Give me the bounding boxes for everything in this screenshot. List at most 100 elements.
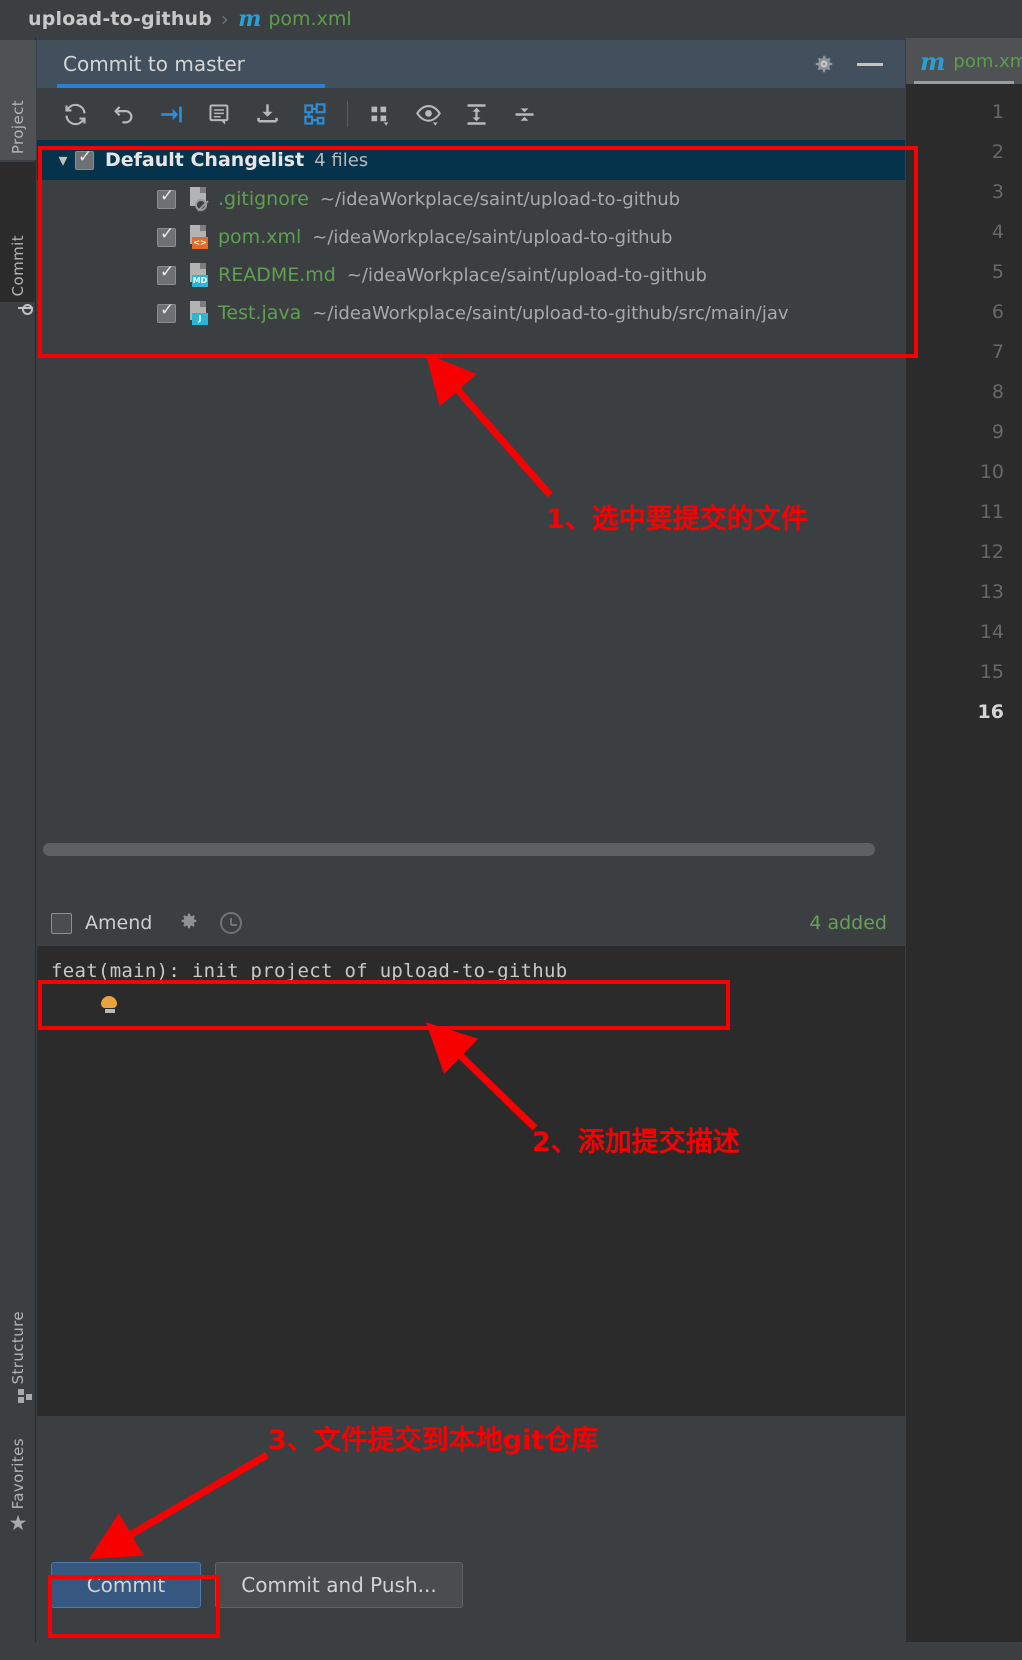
line-number: 8 [991, 381, 1004, 403]
maven-file-icon: m [238, 6, 262, 32]
added-status: 4 added [809, 912, 887, 934]
breadcrumb-project[interactable]: upload-to-github [28, 8, 212, 30]
undo-icon[interactable] [99, 92, 147, 136]
table-row[interactable]: J Test.java ~/ideaWorkplace/saint/upload… [37, 294, 905, 332]
commit-button-bar: Commit Commit and Push... [37, 1556, 905, 1614]
commit-message-input[interactable]: feat(main): init project of upload-to-gi… [37, 946, 905, 982]
changelist-row[interactable]: ▾ Default Changelist 4 files [37, 140, 905, 180]
sidebar-item-favorites[interactable]: ★ Favorites [0, 1396, 36, 1536]
line-number: 9 [991, 421, 1004, 443]
line-number: 4 [991, 221, 1004, 243]
line-number: 3 [991, 181, 1004, 203]
lightbulb-icon[interactable] [101, 996, 119, 1014]
scrollbar-thumb[interactable] [43, 843, 875, 856]
commit-button[interactable]: Commit [51, 1562, 201, 1608]
file-path: ~/ideaWorkplace/saint/upload-to-github [312, 226, 673, 248]
commit-toolbar [37, 88, 905, 140]
file-name: pom.xml [218, 226, 302, 248]
commit-window-header: Commit to master [37, 40, 905, 88]
commit-window-title: Commit to master [63, 52, 245, 76]
branches-icon[interactable] [291, 92, 339, 136]
line-number: 1 [991, 101, 1004, 123]
file-checkbox[interactable] [157, 301, 176, 323]
breadcrumb-separator-icon: › [221, 7, 230, 31]
line-number: 10 [979, 461, 1004, 483]
download-icon[interactable] [243, 92, 291, 136]
sidebar-item-project[interactable]: Project [0, 40, 36, 160]
maven-file-icon: m [920, 46, 946, 76]
sidebar-item-structure[interactable]: Structure [0, 1260, 36, 1403]
breadcrumb-file[interactable]: pom.xml [268, 8, 351, 30]
star-icon: ★ [8, 1511, 28, 1535]
changelist-count: 4 files [314, 149, 369, 171]
file-badge: <> [192, 237, 208, 249]
xml-file-icon: <> [188, 225, 208, 249]
breadcrumb: upload-to-github › m pom.xml [0, 0, 1022, 38]
changes-tree: ▾ Default Changelist 4 files .gitignore … [37, 140, 905, 900]
line-number-gutter: 1 2 3 4 5 6 7 8 9 10 11 12 13 14 15 16 [906, 84, 1022, 732]
line-number: 6 [991, 301, 1004, 323]
table-row[interactable]: <> pom.xml ~/ideaWorkplace/saint/upload-… [37, 218, 905, 256]
line-number: 11 [979, 501, 1004, 523]
amend-label: Amend [85, 912, 153, 934]
line-number: 12 [979, 541, 1004, 563]
file-path: ~/ideaWorkplace/saint/upload-to-github/s… [312, 302, 789, 324]
file-badge: MD [192, 275, 208, 287]
editor-pane: m pom.xml 1 2 3 4 5 6 7 8 9 10 11 12 13 … [906, 38, 1022, 1660]
chevron-down-icon[interactable]: ▾ [51, 150, 75, 171]
line-number: 13 [979, 581, 1004, 603]
sidebar-item-structure-label: Structure [9, 1310, 27, 1384]
collapse-all-icon[interactable] [500, 92, 548, 136]
refresh-icon[interactable] [51, 92, 99, 136]
left-tool-strip: Project Commit Structure ★ Favorites [0, 38, 36, 1660]
file-name: Test.java [218, 302, 302, 324]
expand-all-icon[interactable] [452, 92, 500, 136]
table-row[interactable]: MD README.md ~/ideaWorkplace/saint/uploa… [37, 256, 905, 294]
amend-bar: Amend 4 added [37, 900, 905, 946]
java-file-icon: J [188, 301, 208, 325]
clock-icon[interactable] [220, 912, 243, 934]
changelist-checkbox[interactable] [75, 148, 94, 170]
file-checkbox[interactable] [157, 263, 176, 285]
gear-icon[interactable] [813, 53, 835, 75]
amend-checkbox[interactable] [51, 912, 72, 934]
file-path: ~/ideaWorkplace/saint/upload-to-github [346, 264, 707, 286]
active-tab-underline [914, 81, 1014, 84]
file-path: ~/ideaWorkplace/saint/upload-to-github [319, 188, 681, 210]
active-tab-underline [57, 84, 325, 88]
markdown-file-icon: MD [188, 263, 208, 287]
sidebar-item-favorites-label: Favorites [9, 1437, 27, 1509]
line-number: 5 [991, 261, 1004, 283]
diff-note-icon[interactable] [195, 92, 243, 136]
table-row[interactable]: .gitignore ~/ideaWorkplace/saint/upload-… [37, 180, 905, 218]
line-number: 7 [991, 341, 1004, 363]
status-bar [0, 1642, 1022, 1660]
editor-tab-pom-xml[interactable]: m pom.xml [906, 38, 1022, 84]
file-checkbox[interactable] [157, 225, 176, 247]
line-number-current: 16 [977, 701, 1004, 723]
commit-message-area[interactable]: feat(main): init project of upload-to-gi… [37, 946, 905, 1416]
sidebar-item-project-label: Project [9, 99, 27, 154]
sidebar-item-commit[interactable]: Commit [0, 162, 36, 302]
file-badge: J [192, 313, 208, 325]
line-number: 14 [979, 621, 1004, 643]
eye-icon[interactable] [404, 92, 452, 136]
commit-and-push-button[interactable]: Commit and Push... [215, 1562, 463, 1608]
line-number: 2 [991, 141, 1004, 163]
horizontal-scrollbar[interactable] [43, 843, 875, 856]
minimize-icon[interactable] [857, 62, 883, 66]
gitignore-file-icon [188, 187, 208, 211]
file-name: README.md [218, 264, 336, 286]
changelist-name: Default Changelist [105, 149, 305, 171]
file-checkbox[interactable] [157, 187, 176, 209]
toolbar-separator [347, 101, 348, 127]
arrow-into-icon[interactable] [147, 92, 195, 136]
screenshot-root: upload-to-github › m pom.xml Project Com… [0, 0, 1022, 1660]
line-number: 15 [979, 661, 1004, 683]
file-name: .gitignore [218, 188, 309, 210]
gear-icon[interactable] [178, 910, 200, 936]
sidebar-item-commit-label: Commit [9, 234, 27, 296]
group-by-icon[interactable] [356, 92, 404, 136]
editor-tab-label: pom.xml [953, 50, 1022, 72]
commit-tool-window: Commit to master ▾ ✓ Default Changelist … [37, 40, 905, 1630]
